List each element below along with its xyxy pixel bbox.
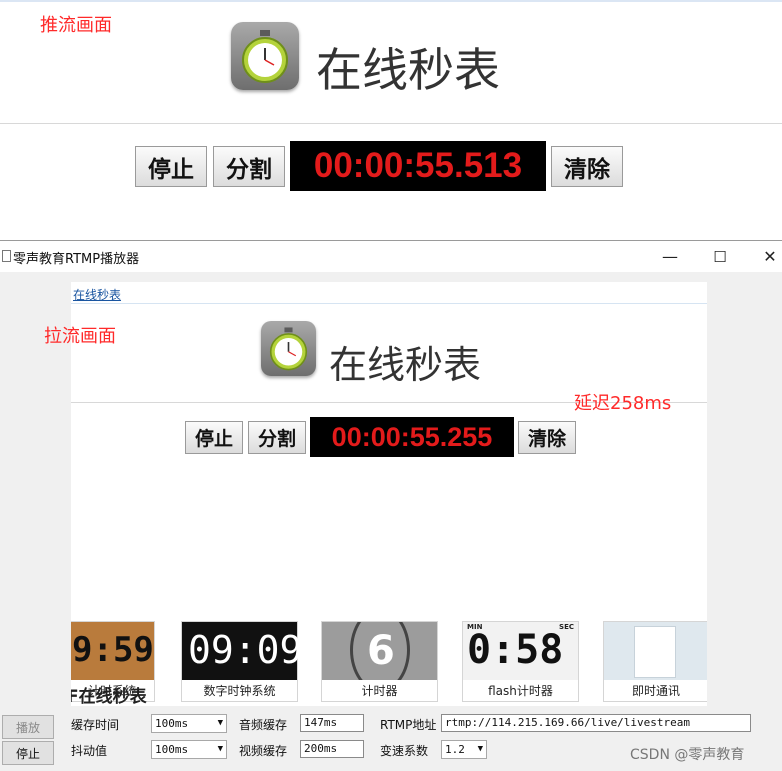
player-split-button[interactable]: 分割 — [248, 421, 306, 454]
stopwatch-icon — [261, 321, 316, 376]
rtmp-url-label: RTMP地址 — [380, 718, 437, 732]
stopwatch-icon — [231, 22, 299, 90]
audio-cache-label: 音频缓存 — [239, 718, 288, 732]
thumb-digits: 0:58 — [467, 627, 564, 673]
maximize-button[interactable]: ☐ — [697, 241, 743, 272]
thumb-image: 9:59 — [71, 622, 154, 680]
cache-time-label: 缓存时间 — [71, 718, 120, 732]
timer-display: 00:00:55.513 — [290, 141, 546, 191]
chat-preview-icon — [634, 626, 676, 678]
pull-annotation: 拉流画面 — [44, 326, 116, 347]
thumb-digits: 9:59 — [72, 630, 154, 670]
thumb-instant-messaging[interactable]: 即时通讯 — [603, 621, 707, 702]
stop-playback-button[interactable]: 停止 — [2, 741, 54, 765]
section-heading: F在线秒表 — [71, 687, 147, 706]
title-bar: 零声教育RTMP播放器 — ☐ ✕ — [0, 241, 782, 272]
audio-cache-field[interactable]: 147ms — [300, 714, 364, 732]
thumb-timer[interactable]: 6 计时器 — [321, 621, 438, 702]
push-annotation: 推流画面 — [40, 15, 112, 36]
stop-button[interactable]: 停止 — [135, 146, 207, 187]
clear-button[interactable]: 清除 — [551, 146, 623, 187]
cache-time-select[interactable]: 100ms ▼ — [151, 714, 227, 733]
thumb-caption: 数字时钟系统 — [203, 684, 276, 698]
watermark: CSDN @零声教育 — [630, 747, 745, 763]
player-stop-button[interactable]: 停止 — [185, 421, 243, 454]
thumb-image: MIN SEC 0:58 — [463, 622, 578, 680]
video-cache-field[interactable]: 200ms — [300, 740, 364, 758]
thumb-caption: 即时通讯 — [631, 684, 680, 698]
dropdown-arrow-icon: ▼ — [217, 718, 223, 728]
stopwatch-link[interactable]: 在线秒表 — [73, 286, 121, 303]
video-area: 在线秒表 在线秒表 停止 分割 00:00:55.255 清除 9:59 计时系… — [71, 282, 707, 706]
thumb-image: 09:09 — [182, 622, 302, 680]
play-button[interactable]: 播放 — [2, 715, 54, 739]
thumb-flash-timer[interactable]: MIN SEC 0:58 flash计时器 — [462, 621, 579, 702]
window-title: 零声教育RTMP播放器 — [13, 252, 140, 267]
divider — [0, 123, 782, 124]
player-clear-button[interactable]: 清除 — [518, 421, 576, 454]
jitter-value: 100ms — [155, 743, 189, 756]
jitter-label: 抖动值 — [71, 744, 108, 758]
page-title: 在线秒表 — [316, 43, 500, 97]
dropdown-arrow-icon: ▼ — [477, 744, 483, 754]
video-cache-label: 视频缓存 — [239, 744, 288, 758]
delay-annotation: 延迟258ms — [574, 393, 672, 414]
split-button[interactable]: 分割 — [213, 146, 285, 187]
thumb-caption: flash计时器 — [488, 684, 553, 698]
player-timer-display: 00:00:55.255 — [310, 417, 514, 457]
app-icon — [2, 250, 11, 262]
speed-label: 变速系数 — [380, 744, 429, 758]
thumb-digital-clock[interactable]: 09:09 数字时钟系统 — [181, 621, 302, 702]
cache-time-value: 100ms — [155, 717, 189, 730]
rtmp-player-window: 零声教育RTMP播放器 — ☐ ✕ 在线秒表 在线秒表 停止 分割 00:00:… — [0, 240, 782, 771]
minimize-button[interactable]: — — [647, 241, 693, 272]
jitter-select[interactable]: 100ms ▼ — [151, 740, 227, 759]
link-bar: 在线秒表 — [71, 282, 707, 304]
push-stream-view: 推流画面 在线秒表 停止 分割 00:00:55.513 清除 — [0, 0, 782, 240]
close-button[interactable]: ✕ — [747, 241, 782, 272]
thumb-image — [604, 622, 707, 680]
speed-value: 1.2 — [445, 743, 465, 756]
player-page-title: 在线秒表 — [329, 343, 482, 387]
dropdown-arrow-icon: ▼ — [217, 744, 223, 754]
speed-select[interactable]: 1.2 ▼ — [441, 740, 487, 759]
thumb-caption: 计时器 — [361, 684, 398, 698]
rtmp-url-field[interactable]: rtmp://114.215.169.66/live/livestream — [441, 714, 751, 732]
thumb-image: 6 — [322, 622, 437, 680]
thumb-digits: 09:09 — [188, 628, 303, 672]
thumb-digits: 6 — [367, 628, 395, 674]
